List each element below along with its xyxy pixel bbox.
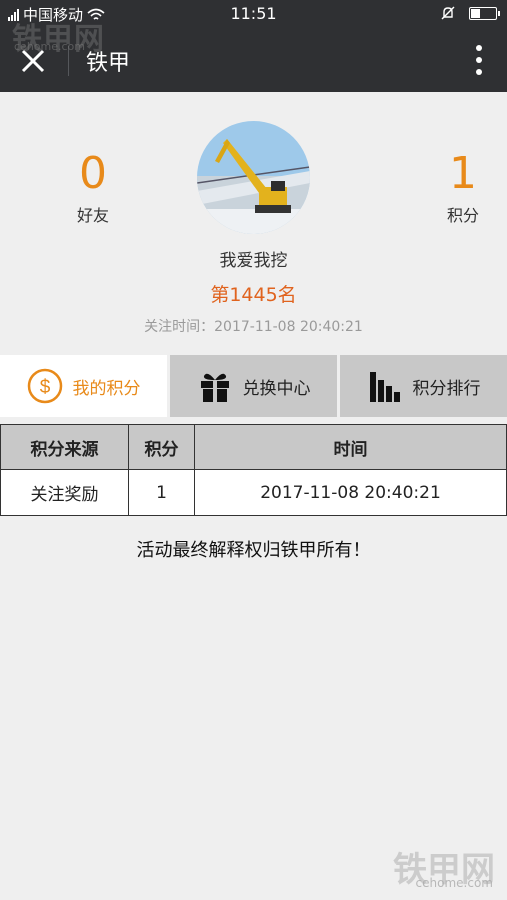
svg-text:$: $ — [39, 377, 50, 398]
footer-note: 活动最终解释权归铁甲所有！ — [136, 540, 371, 561]
friends-stat[interactable]: 0 好友 — [53, 148, 133, 226]
points-table: 积分来源 积分 时间 关注奖励 1 2017-11-08 20:40:21 — [0, 424, 507, 516]
rank-text: 第1445名 — [210, 284, 297, 306]
table-header-row: 积分来源 积分 时间 — [0, 424, 507, 470]
battery-icon — [469, 6, 500, 20]
points-count: 1 — [449, 148, 477, 199]
more-vertical-icon[interactable] — [475, 44, 483, 76]
tab-label: 兑换中心 — [242, 378, 311, 399]
col-header-source: 积分来源 — [0, 424, 129, 470]
avatar — [197, 121, 310, 234]
tab-points-ranking[interactable]: 积分排行 — [340, 355, 507, 417]
coin-icon: $ — [27, 368, 62, 404]
bar-chart-icon — [369, 372, 400, 402]
points-stat[interactable]: 1 积分 — [423, 148, 503, 226]
tab-exchange-center[interactable]: 兑换中心 — [170, 355, 337, 417]
watermark-site-top: cehome.com — [14, 40, 85, 53]
tab-bar: $ 我的积分 兑换中心 积分排行 — [0, 355, 507, 417]
gift-icon — [200, 373, 229, 402]
status-right — [441, 5, 500, 21]
tab-my-points[interactable]: $ 我的积分 — [0, 355, 167, 417]
mute-bell-icon — [441, 6, 455, 20]
col-header-points: 积分 — [128, 424, 195, 470]
cell-source: 关注奖励 — [0, 469, 129, 516]
tab-label: 积分排行 — [412, 378, 481, 399]
table-row: 关注奖励 1 2017-11-08 20:40:21 — [0, 469, 507, 516]
cell-points: 1 — [128, 469, 195, 516]
points-label: 积分 — [446, 206, 479, 225]
nickname: 我爱我挖 — [219, 251, 288, 271]
friends-count: 0 — [79, 148, 107, 199]
tab-label: 我的积分 — [72, 378, 141, 399]
col-header-time: 时间 — [194, 424, 507, 470]
watermark-site: cehome.com — [415, 876, 493, 890]
follow-time: 关注时间：2017-11-08 20:40:21 — [144, 319, 363, 335]
friends-label: 好友 — [76, 206, 109, 225]
cell-time: 2017-11-08 20:40:21 — [194, 469, 507, 516]
